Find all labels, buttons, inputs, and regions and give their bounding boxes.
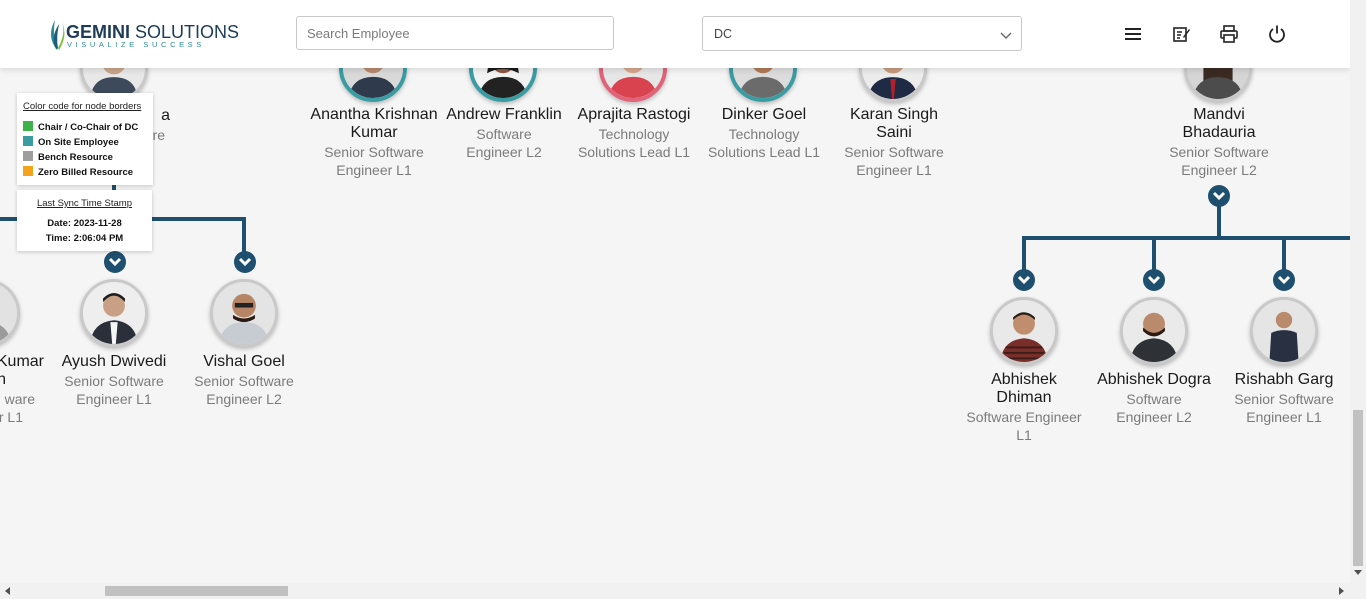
employee-name: Dinker Goel: [721, 106, 807, 123]
avatar[interactable]: [1120, 297, 1188, 365]
employee-name: Ayush Dwivedi: [61, 353, 167, 370]
employee-name: Abhishek Dhiman: [991, 371, 1057, 406]
employee-role: Software Engineer L2: [466, 126, 542, 160]
logo-leaf-icon: [50, 20, 65, 50]
vertical-scrollbar[interactable]: [1350, 0, 1366, 583]
employee-name: Aprajita Rastogi: [577, 106, 691, 123]
swatch-green: [23, 121, 33, 131]
expand-toggle-button[interactable]: [234, 251, 256, 273]
connector-line: [1282, 236, 1286, 272]
employee-role: Software Engineer L2: [1116, 391, 1192, 425]
employee-name: Karan Singh Saini: [849, 106, 939, 141]
connector-line: [1022, 236, 1350, 240]
scroll-left-arrow-icon[interactable]: [5, 587, 10, 595]
department-select[interactable]: DC: [702, 16, 1022, 51]
avatar[interactable]: [1250, 297, 1318, 365]
sync-time: Time: 2:06:04 PM: [45, 233, 124, 244]
swatch-grey: [23, 151, 33, 161]
department-select-value: DC: [714, 27, 733, 41]
employee-name: Rishabh Garg: [1234, 371, 1334, 388]
org-chart-canvas[interactable]: a re Anantha Krishnan Kumar Senior Softw…: [0, 0, 1350, 583]
employee-role: Technology Solutions Lead L1: [577, 126, 691, 160]
vertical-scrollbar-thumb[interactable]: [1353, 410, 1363, 566]
expand-toggle-button[interactable]: [1208, 185, 1230, 207]
employee-name: n: [0, 371, 6, 388]
employee-name: Kumar: [0, 353, 44, 370]
legend-item: Chair / Co-Chair of DC: [23, 121, 138, 133]
color-legend: Color code for node borders Chair / Co-C…: [17, 93, 153, 185]
avatar[interactable]: [0, 279, 20, 347]
swatch-orange: [23, 166, 33, 176]
employee-role: Senior Software Engineer L1: [64, 373, 164, 407]
legend-title: Color code for node borders: [23, 101, 142, 112]
horizontal-scrollbar[interactable]: [0, 583, 1366, 599]
expand-toggle-button[interactable]: [104, 251, 126, 273]
employee-name: Andrew Franklin: [446, 106, 562, 123]
print-icon[interactable]: [1219, 24, 1239, 44]
connector-line: [1152, 236, 1156, 272]
swatch-teal: [23, 136, 33, 146]
legend-item: Zero Billed Resource: [23, 166, 133, 178]
employee-role: Software Engineer L1: [966, 409, 1082, 443]
employee-name: Vishal Goel: [203, 353, 285, 370]
top-bar: GEMINI SOLUTIONS VISUALIZE SUCCESS DC: [0, 0, 1350, 68]
employee-name: Abhishek Dogra: [1097, 371, 1211, 388]
connector-line: [242, 217, 246, 253]
employee-role: Senior Software Engineer L1: [324, 144, 424, 178]
employee-role: Senior Software Engineer L1: [844, 144, 944, 178]
menu-icon[interactable]: [1123, 24, 1143, 44]
sync-date: Date: 2023-11-28: [47, 218, 122, 229]
connector-line: [1217, 205, 1221, 238]
employee-role: Senior Software Engineer L2: [194, 373, 294, 407]
avatar[interactable]: [80, 279, 148, 347]
expand-toggle-button[interactable]: [1273, 269, 1295, 291]
brand-tagline: VISUALIZE SUCCESS: [67, 40, 205, 49]
sync-timestamp-panel: Last Sync Time Stamp Date: 2023-11-28 Ti…: [17, 190, 152, 251]
employee-role: Technology Solutions Lead L1: [707, 126, 821, 160]
legend-item: Bench Resource: [23, 151, 113, 163]
employee-role: r L1: [0, 409, 23, 425]
scroll-down-arrow-icon[interactable]: [1354, 570, 1362, 575]
expand-toggle-button[interactable]: [1143, 269, 1165, 291]
employee-name: Anantha Krishnan Kumar: [310, 106, 438, 141]
chevron-down-icon: [1000, 32, 1012, 39]
avatar[interactable]: [210, 279, 278, 347]
power-icon[interactable]: [1267, 24, 1287, 44]
search-input[interactable]: [296, 16, 614, 50]
expand-toggle-button[interactable]: [1013, 269, 1035, 291]
employee-role: Senior Software Engineer L2: [1169, 144, 1269, 178]
employee-role: ware: [4, 391, 35, 407]
employee-name: Mandvi Bhadauria: [1182, 106, 1256, 141]
horizontal-scrollbar-thumb[interactable]: [105, 586, 288, 596]
company-logo: GEMINI SOLUTIONS VISUALIZE SUCCESS: [46, 16, 239, 52]
legend-item: On Site Employee: [23, 136, 119, 148]
avatar[interactable]: [990, 297, 1058, 365]
edit-note-icon[interactable]: [1171, 24, 1191, 44]
sync-title: Last Sync Time Stamp: [36, 198, 133, 209]
scroll-right-arrow-icon[interactable]: [1339, 587, 1344, 595]
employee-role: Senior Software Engineer L1: [1234, 391, 1334, 425]
connector-line: [1022, 236, 1026, 272]
